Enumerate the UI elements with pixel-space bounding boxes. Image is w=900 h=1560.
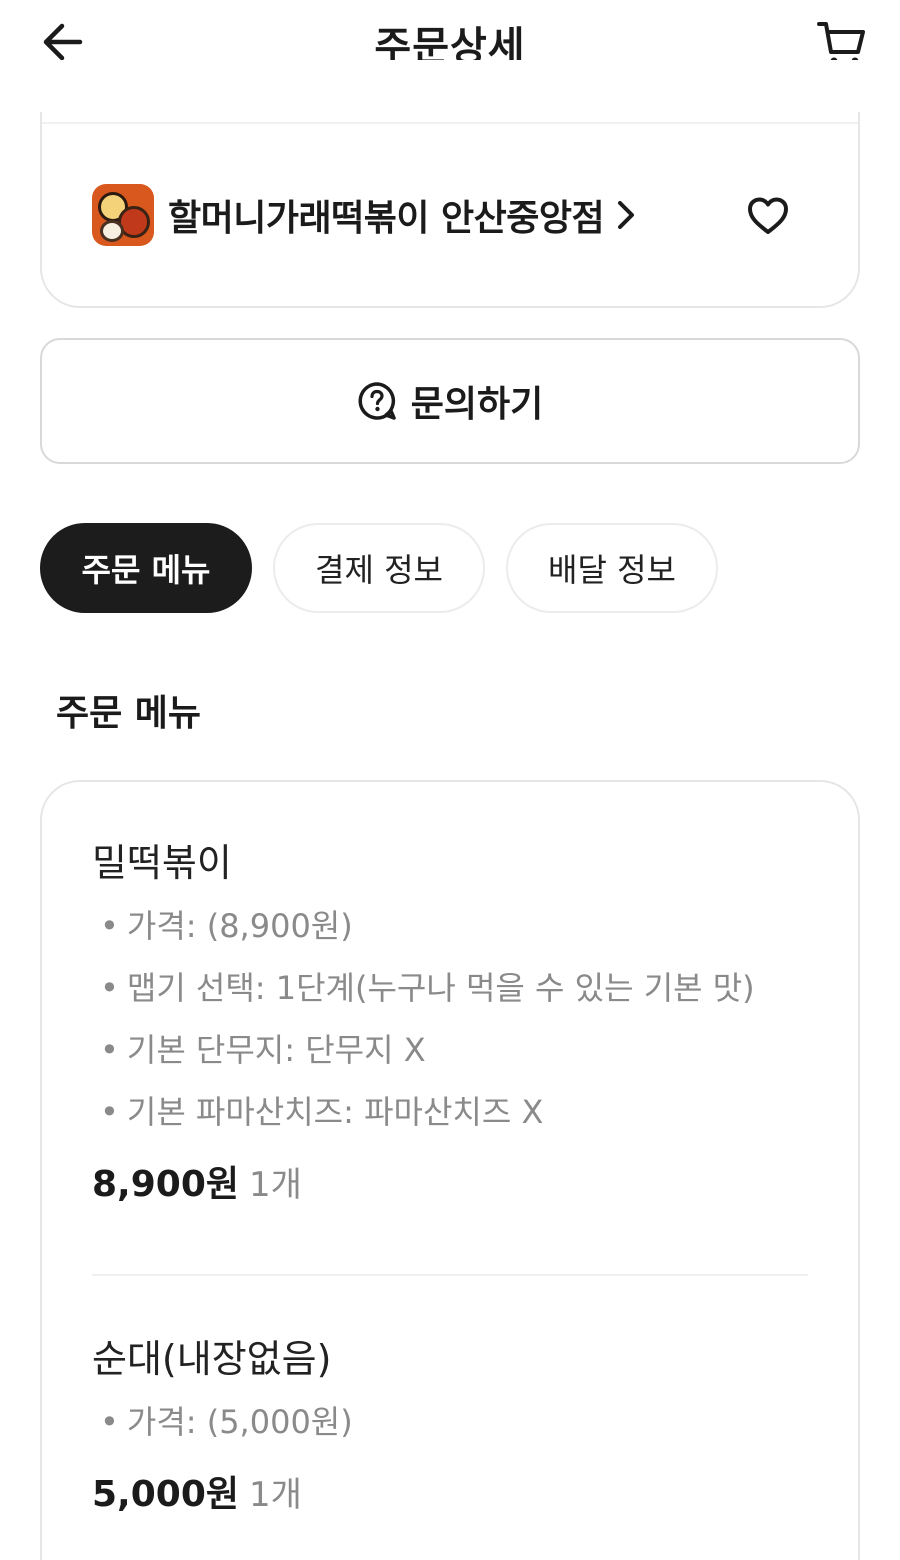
item-price: 8,900원: [92, 1164, 239, 1205]
order-item: 순대(내장없음) • 가격: (5,000원) 5,000원 1개: [92, 1328, 353, 1517]
item-option: • 기본 파마산치즈: 파마산치즈 X: [100, 1093, 544, 1131]
inquiry-button[interactable]: 문의하기: [40, 338, 860, 464]
item-name: 순대(내장없음): [92, 1337, 332, 1381]
item-option: • 가격: (8,900원): [100, 907, 353, 945]
store-card-divider: [42, 122, 858, 124]
tab-delivery-info[interactable]: 배달 정보: [506, 523, 718, 613]
item-price-line: 5,000원 1개: [92, 1465, 353, 1517]
favorite-button[interactable]: [744, 192, 792, 240]
section-title: 주문 메뉴: [56, 693, 202, 734]
order-detail-page: 주문상세 할머니가래떡볶이 안산중앙점 문의하기 주문 메뉴 결제 정보 배달 …: [0, 0, 900, 1560]
inquiry-label: 문의하기: [410, 384, 544, 425]
store-card-mask: [30, 60, 870, 112]
item-price-line: 8,900원 1개: [92, 1155, 755, 1207]
item-option: • 기본 단무지: 단무지 X: [100, 1031, 426, 1069]
tab-payment-info[interactable]: 결제 정보: [273, 523, 485, 613]
item-price: 5,000원: [92, 1474, 239, 1515]
store-name: 할머니가래떡볶이 안산중앙점: [168, 198, 605, 239]
item-divider: [92, 1274, 808, 1276]
item-option: • 가격: (5,000원): [100, 1403, 353, 1441]
item-option: • 맵기 선택: 1단계(누구나 먹을 수 있는 기본 맛): [100, 969, 755, 1007]
item-quantity: 1개: [249, 1165, 302, 1205]
heart-outline-icon: [748, 197, 788, 234]
store-link[interactable]: 할머니가래떡볶이 안산중앙점: [92, 184, 638, 246]
chevron-right-icon: [616, 198, 638, 232]
item-name: 밀떡볶이: [92, 841, 232, 885]
order-item: 밀떡볶이 • 가격: (8,900원) • 맵기 선택: 1단계(누구나 먹을 수 …: [92, 832, 755, 1207]
item-quantity: 1개: [249, 1475, 302, 1515]
tab-order-menu[interactable]: 주문 메뉴: [40, 523, 252, 613]
store-logo: [92, 184, 154, 246]
question-bubble-icon: [357, 381, 397, 421]
